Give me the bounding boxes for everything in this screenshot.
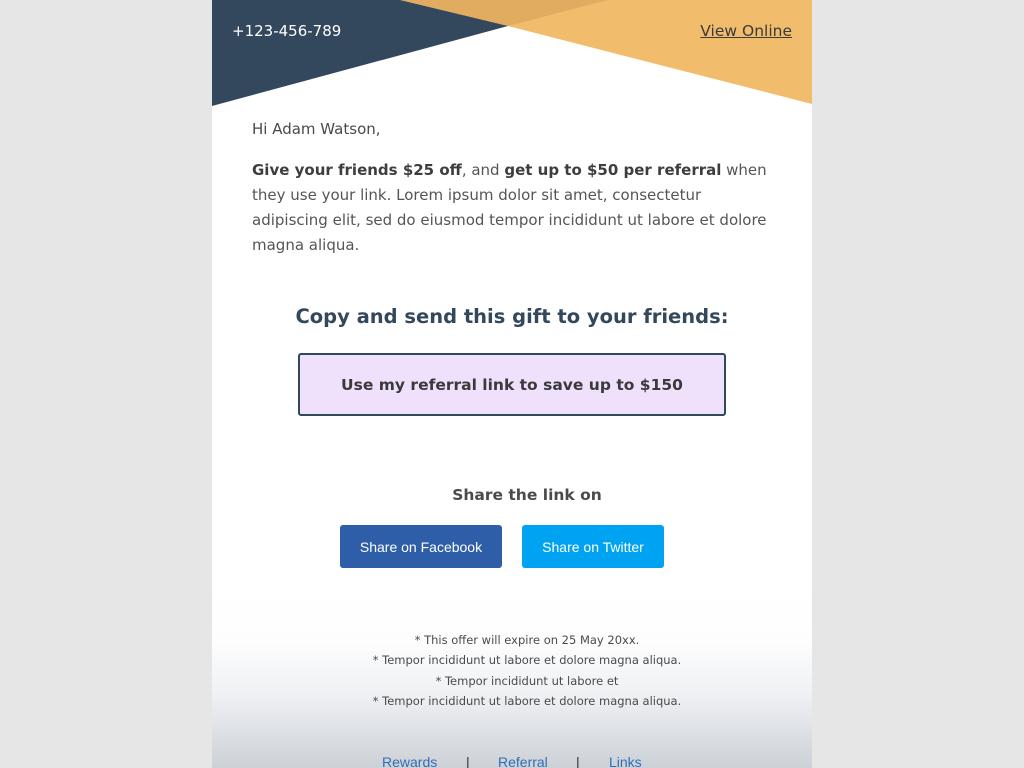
view-online-link[interactable]: View Online — [700, 21, 792, 41]
share-twitter-button[interactable]: Share on Twitter — [522, 525, 664, 568]
intro-bold-referral: get up to $50 per referral — [504, 161, 722, 179]
footer-separator: | — [466, 754, 470, 768]
email-header: +123-456-789 View Online — [212, 0, 812, 110]
footer-note: * Tempor incididunt ut labore et dolore … — [372, 653, 682, 668]
share-facebook-label: Share on Facebook — [359, 538, 483, 555]
footer-separator: | — [576, 754, 580, 768]
share-facebook-button[interactable]: Share on Facebook — [340, 525, 502, 568]
email-container: +123-456-789 View Online Hi Adam Watson,… — [212, 0, 812, 768]
intro-bold-discount: Give your friends $25 off — [252, 161, 462, 179]
greeting: Hi Adam Watson, — [252, 120, 381, 138]
footer-link-links[interactable]: Links — [609, 752, 642, 768]
navy-triangle — [212, 0, 508, 106]
gift-heading: Copy and send this gift to your friends: — [295, 305, 729, 328]
footer-link-rewards[interactable]: Rewards — [382, 752, 437, 768]
footer-links: Rewards | Referral | Links — [212, 752, 812, 768]
footer-note: * This offer will expire on 25 May 20xx. — [414, 633, 640, 647]
referral-link-box[interactable]: Use my referral link to save up to $150 — [298, 353, 726, 416]
footer-link-referral[interactable]: Referral — [498, 752, 548, 768]
footer-notes: * This offer will expire on 25 May 20xx.… — [212, 630, 812, 711]
phone-number: +123-456-789 — [232, 22, 342, 40]
share-label: Share the link on — [452, 486, 602, 504]
header-decoration — [212, 0, 812, 106]
footer-note: * Tempor incididunt ut labore et dolore … — [372, 693, 682, 708]
footer-note: * Tempor incididunt ut labore et — [435, 673, 619, 688]
share-twitter-label: Share on Twitter — [542, 538, 644, 555]
referral-link-label: Use my referral link to save up to $150 — [341, 375, 683, 394]
intro-text-1: , and — [461, 161, 505, 179]
intro-paragraph: Give your friends $25 off, and get up to… — [252, 158, 776, 258]
